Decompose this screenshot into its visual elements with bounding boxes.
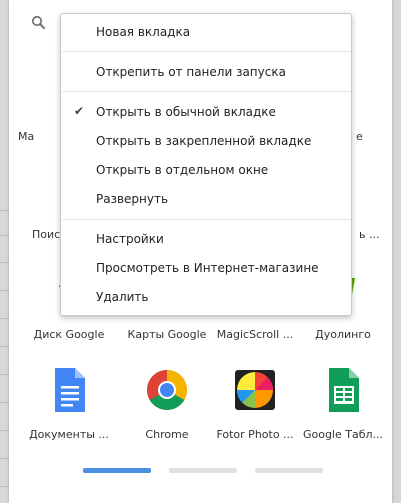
background-right-edge (391, 0, 401, 503)
menu-item-label: Развернуть (96, 192, 169, 206)
menu-item-unpin[interactable]: Открепить от панели запуска (61, 60, 351, 86)
menu-item-view-in-store[interactable]: Просмотреть в Интернет-магазине (61, 256, 351, 282)
menu-item-label: Открыть в отдельном окне (96, 163, 269, 177)
app-label: Документы ... (29, 428, 109, 441)
menu-item-label: Настройки (96, 232, 164, 246)
menu-separator (61, 91, 351, 92)
page-indicator-2[interactable] (169, 468, 237, 473)
menu-item-label: Открыть в обычной вкладке (96, 105, 276, 119)
page-indicator-3[interactable] (255, 468, 323, 473)
menu-separator (61, 51, 351, 52)
app-label: Google Табл... (302, 428, 384, 441)
app-label: ь ... (359, 228, 380, 241)
menu-item-new-tab[interactable]: Новая вкладка (61, 20, 351, 46)
app-label: Дуолинго (315, 328, 371, 341)
menu-item-remove[interactable]: Удалить (61, 285, 351, 311)
menu-item-open-pinned-tab[interactable]: Открыть в закрепленной вкладке (61, 129, 351, 155)
menu-item-maximize[interactable]: Развернуть (61, 187, 351, 213)
app-label: MagicScroll ... (216, 328, 294, 341)
menu-item-open-regular-tab[interactable]: ✔ Открыть в обычной вкладке (61, 100, 351, 126)
google-docs-icon (47, 366, 91, 414)
menu-item-label: Удалить (96, 290, 149, 304)
menu-item-label: Открыть в закрепленной вкладке (96, 134, 312, 148)
menu-item-label: Открепить от панели запуска (96, 65, 286, 79)
app-label: Fotor Photo ... (216, 428, 294, 441)
chrome-icon (145, 366, 189, 414)
checkmark-icon: ✔ (74, 104, 85, 118)
menu-separator (61, 219, 351, 220)
menu-item-label: Новая вкладка (96, 25, 191, 39)
app-label: е (356, 130, 363, 143)
app-label: Диск Google (33, 328, 105, 341)
menu-item-open-window[interactable]: Открыть в отдельном окне (61, 158, 351, 184)
context-menu: Новая вкладка Открепить от панели запуск… (60, 13, 352, 316)
page-indicator-1[interactable] (83, 468, 151, 473)
search-icon[interactable] (30, 14, 48, 32)
app-label: Карты Google (127, 328, 207, 341)
google-sheets-icon (321, 366, 365, 414)
menu-item-settings[interactable]: Настройки (61, 227, 351, 253)
app-label: Chrome (145, 428, 189, 441)
fotor-icon (233, 366, 277, 414)
menu-item-label: Просмотреть в Интернет-магазине (96, 261, 319, 275)
